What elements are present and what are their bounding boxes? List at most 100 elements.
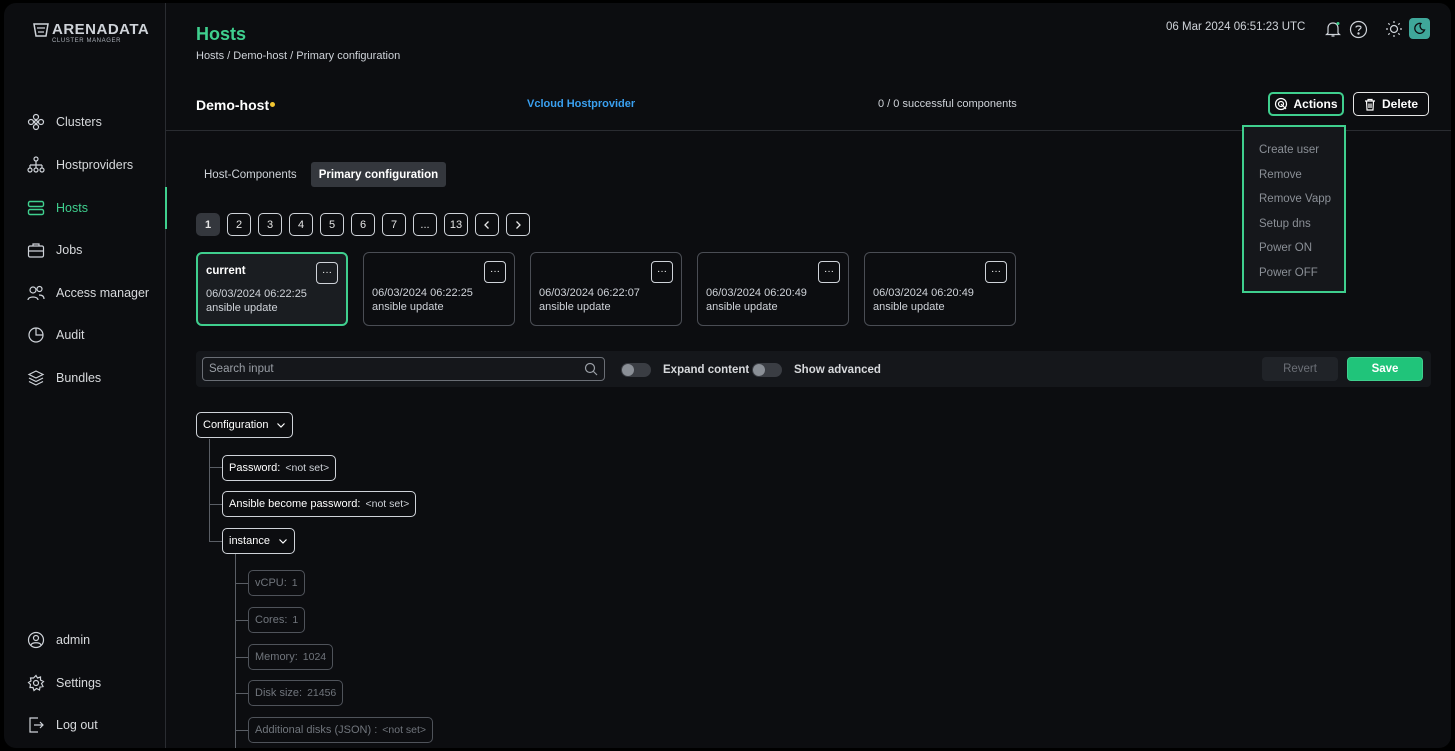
- logo-text: ARENADATA: [52, 21, 150, 38]
- field-key: Disk size:: [255, 687, 303, 699]
- search-icon[interactable]: [584, 362, 598, 376]
- hosts-icon: [26, 198, 46, 218]
- config-version-card[interactable]: 06/03/2024 06:22:07 ansible update ···: [530, 252, 682, 326]
- card-menu-button[interactable]: ···: [316, 262, 338, 284]
- show-advanced-toggle[interactable]: [752, 363, 782, 377]
- delete-button[interactable]: Delete: [1353, 92, 1429, 116]
- card-menu-button[interactable]: ···: [651, 261, 673, 283]
- sidebar-item-settings[interactable]: Settings: [4, 668, 166, 698]
- config-version-card[interactable]: 06/03/2024 06:22:25 ansible update ···: [363, 252, 515, 326]
- page-button[interactable]: 1: [196, 213, 220, 236]
- page-button[interactable]: 5: [320, 213, 344, 236]
- field-key: Memory:: [255, 651, 298, 663]
- sidebar-item-hosts[interactable]: Hosts: [4, 187, 167, 229]
- card-menu-button[interactable]: ···: [818, 261, 840, 283]
- sidebar-item-label: Audit: [56, 328, 85, 342]
- sidebar-item-admin[interactable]: admin: [4, 625, 166, 655]
- datetime: 06 Mar 2024 06:51:23 UTC: [1166, 21, 1306, 33]
- bell-icon[interactable]: [1322, 18, 1344, 40]
- card-menu-button[interactable]: ···: [985, 261, 1007, 283]
- page-button[interactable]: 4: [289, 213, 313, 236]
- sidebar-item-label: Jobs: [56, 243, 83, 257]
- breadcrumb[interactable]: Hosts / Demo-host / Primary configuratio…: [196, 50, 400, 62]
- sidebar: ARENADATA CLUSTER MANAGER Clusters Hostp…: [4, 3, 167, 748]
- clusters-icon: [26, 112, 46, 132]
- tab-primary-configuration[interactable]: Primary configuration: [310, 162, 447, 187]
- menu-item-remove-vapp[interactable]: Remove Vapp: [1244, 187, 1344, 212]
- tree-line: [235, 657, 248, 658]
- actions-button[interactable]: Actions: [1268, 92, 1344, 116]
- sun-icon[interactable]: [1383, 18, 1405, 40]
- sidebar-item-label: Clusters: [56, 115, 102, 129]
- tree-field-ansible-become-password[interactable]: Ansible become password: <not set>: [222, 491, 417, 517]
- components-count: 0 / 0 successful components: [878, 98, 1017, 110]
- tree-node-configuration[interactable]: Configuration: [196, 412, 294, 438]
- sidebar-item-label: admin: [56, 633, 91, 647]
- search-input[interactable]: Search input: [202, 357, 605, 381]
- sidebar-item-label: Hostproviders: [56, 158, 134, 172]
- menu-item-create-user[interactable]: Create user: [1244, 138, 1344, 163]
- host-status-dot: [270, 102, 275, 107]
- page-button[interactable]: 3: [258, 213, 282, 236]
- moon-icon: [1414, 22, 1426, 34]
- page-button[interactable]: 2: [227, 213, 251, 236]
- theme-toggle[interactable]: [1409, 18, 1430, 39]
- sidebar-item-label: Bundles: [56, 371, 102, 385]
- card-menu-button[interactable]: ···: [484, 261, 506, 283]
- field-value: <not set>: [285, 462, 330, 474]
- tree-field-password[interactable]: Password: <not set>: [222, 455, 337, 481]
- card-date: 06/03/2024 06:22:25: [206, 288, 307, 300]
- menu-item-power-on[interactable]: Power ON: [1244, 236, 1344, 261]
- page-button[interactable]: 7: [382, 213, 406, 236]
- prev-page-button[interactable]: [475, 213, 499, 236]
- config-version-card[interactable]: 06/03/2024 06:20:49 ansible update ···: [697, 252, 849, 326]
- sidebar-item-clusters[interactable]: Clusters: [4, 107, 166, 137]
- sidebar-item-bundles[interactable]: Bundles: [4, 363, 166, 393]
- sidebar-item-label: Access manager: [56, 286, 150, 300]
- sidebar-item-logout[interactable]: Log out: [4, 710, 166, 740]
- save-button[interactable]: Save: [1347, 357, 1423, 381]
- card-description: ansible update: [873, 301, 945, 313]
- user-icon: [26, 630, 46, 650]
- config-toolbar: Search input Expand content Show advance…: [196, 351, 1431, 387]
- hostprovider-link[interactable]: Vcloud Hostprovider: [527, 98, 635, 110]
- tree-field-disk-size[interactable]: Disk size: 21456: [248, 680, 344, 706]
- menu-item-power-off[interactable]: Power OFF: [1244, 261, 1344, 286]
- field-value: <not set>: [365, 498, 410, 510]
- host-name: Demo-host: [196, 97, 270, 113]
- expand-content-toggle[interactable]: [621, 363, 651, 377]
- page-ellipsis-button[interactable]: ...: [413, 213, 437, 236]
- tree-field-cores[interactable]: Cores: 1: [248, 607, 306, 633]
- chevron-right-icon: [516, 220, 521, 229]
- tab-host-components[interactable]: Host-Components: [196, 162, 305, 187]
- bundles-icon: [26, 368, 46, 388]
- sidebar-item-access-manager[interactable]: Access manager: [4, 278, 166, 308]
- gear-icon: [26, 673, 46, 693]
- sidebar-item-label: Hosts: [56, 201, 88, 215]
- menu-item-setup-dns[interactable]: Setup dns: [1244, 212, 1344, 237]
- trash-icon: [1364, 98, 1375, 111]
- audit-icon: [26, 325, 46, 345]
- logout-icon: [26, 715, 46, 735]
- app-window: ARENADATA CLUSTER MANAGER Clusters Hostp…: [4, 3, 1451, 748]
- tree-node-instance[interactable]: instance: [222, 528, 295, 554]
- tree-field-additional-disks[interactable]: Additional disks (JSON) : <not set>: [248, 717, 434, 743]
- page-button[interactable]: 13: [444, 213, 468, 236]
- tree-field-vcpu[interactable]: vCPU: 1: [248, 570, 305, 596]
- field-key: vCPU:: [255, 577, 287, 589]
- tree-line: [235, 583, 248, 584]
- revert-button[interactable]: Revert: [1262, 357, 1338, 381]
- field-value: 1: [292, 614, 299, 626]
- next-page-button[interactable]: [506, 213, 530, 236]
- config-version-card[interactable]: 06/03/2024 06:20:49 ansible update ···: [864, 252, 1016, 326]
- toggle-knob: [753, 364, 765, 376]
- tree-field-memory[interactable]: Memory: 1024: [248, 644, 334, 670]
- sidebar-item-hostproviders[interactable]: Hostproviders: [4, 150, 166, 180]
- help-icon[interactable]: [1347, 18, 1369, 40]
- config-version-card[interactable]: current 06/03/2024 06:22:25 ansible upda…: [196, 252, 348, 326]
- menu-item-remove[interactable]: Remove: [1244, 163, 1344, 188]
- sidebar-item-audit[interactable]: Audit: [4, 320, 166, 350]
- page-button[interactable]: 6: [351, 213, 375, 236]
- logo[interactable]: ARENADATA CLUSTER MANAGER: [30, 17, 149, 57]
- sidebar-item-jobs[interactable]: Jobs: [4, 235, 166, 265]
